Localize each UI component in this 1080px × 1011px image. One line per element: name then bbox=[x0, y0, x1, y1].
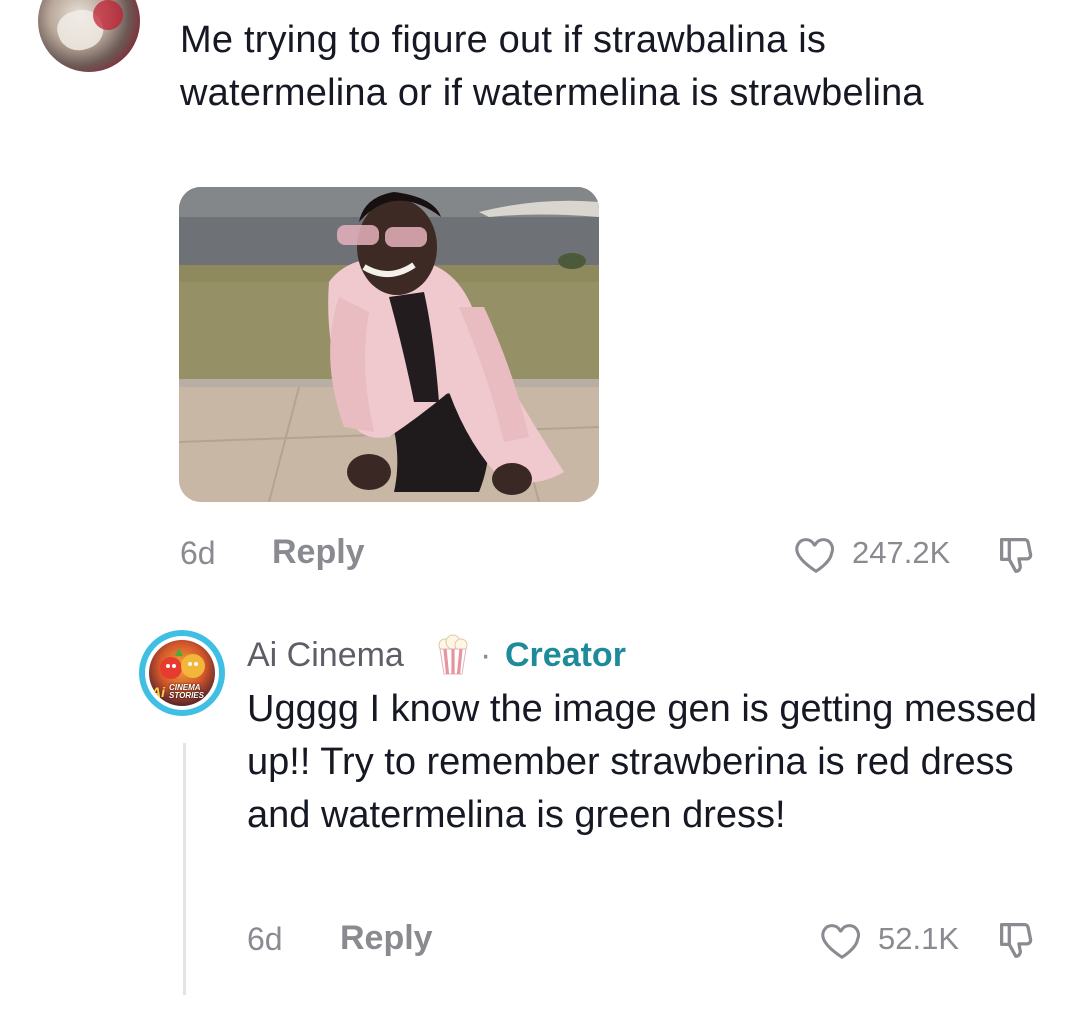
avatar-logo-ai: Ai bbox=[151, 684, 165, 700]
popcorn-icon bbox=[435, 634, 471, 676]
separator-dot: · bbox=[480, 636, 492, 674]
author-name[interactable]: Ai Cinema bbox=[247, 634, 404, 676]
comment-text: Me trying to figure out if strawbalina i… bbox=[180, 19, 924, 114]
thread-line bbox=[183, 743, 186, 995]
dislike-icon[interactable] bbox=[993, 916, 1039, 964]
reply-text: Ugggg I know the image gen is getting me… bbox=[247, 688, 1038, 836]
comment-image[interactable] bbox=[179, 187, 599, 502]
like-count: 247.2K bbox=[852, 535, 951, 570]
commenter-avatar[interactable] bbox=[38, 0, 140, 72]
reply-button[interactable]: Reply bbox=[340, 919, 433, 958]
heart-icon[interactable] bbox=[793, 531, 839, 577]
avatar-logo-line1: CINEMA bbox=[169, 683, 201, 692]
like-count: 52.1K bbox=[878, 921, 960, 956]
reply-timestamp: 6d bbox=[247, 921, 283, 957]
comment-timestamp: 6d bbox=[180, 535, 216, 571]
creator-badge: Creator bbox=[505, 636, 626, 674]
avatar-logo-line2: STORIES bbox=[169, 691, 204, 700]
creator-avatar[interactable]: Ai CINEMA STORIES bbox=[139, 630, 225, 716]
heart-icon[interactable] bbox=[819, 917, 865, 963]
reply-button[interactable]: Reply bbox=[272, 533, 365, 572]
dislike-icon[interactable] bbox=[993, 531, 1039, 579]
